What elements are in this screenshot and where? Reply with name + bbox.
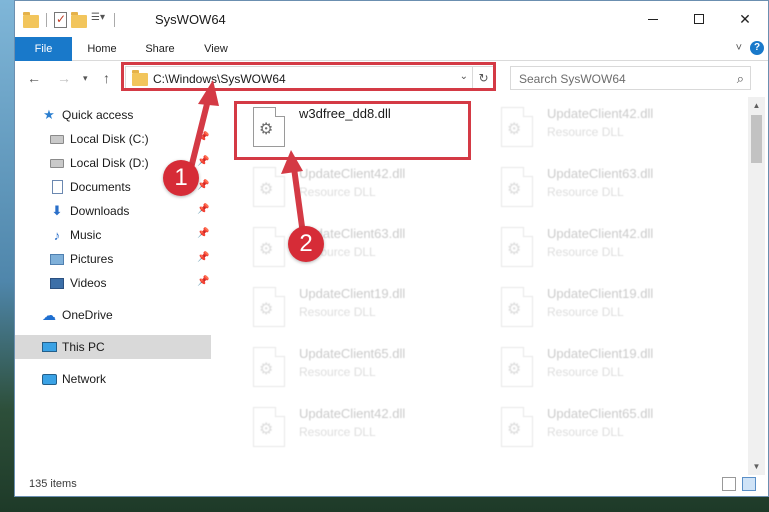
step-badge-1: 1: [163, 160, 199, 196]
arrow-1-shaft: [187, 93, 212, 175]
arrow-2-shaft: [291, 165, 306, 237]
step-badge-2: 2: [288, 226, 324, 262]
arrow-2-head: [281, 150, 303, 174]
annotation-arrows: [187, 80, 306, 237]
arrow-1-head: [198, 80, 219, 106]
